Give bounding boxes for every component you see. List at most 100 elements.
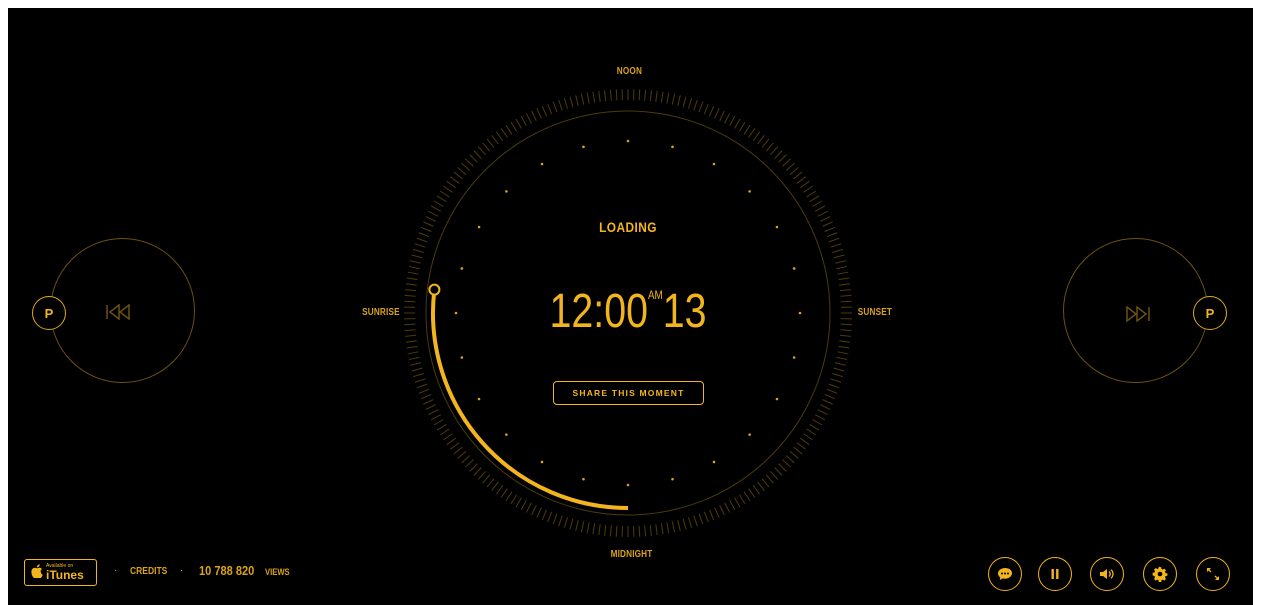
dial-tick (770, 470, 779, 480)
footer-separator: · (180, 565, 184, 576)
dial-tick (453, 171, 463, 180)
next-p-button[interactable]: P (1193, 296, 1227, 330)
hour-dot (671, 477, 674, 481)
dial-tick (446, 180, 456, 189)
dial-tick (839, 283, 851, 286)
hour-dot (505, 190, 508, 193)
dial-tick (531, 505, 537, 516)
dial-tick (820, 216, 831, 222)
dial-tick (575, 95, 579, 107)
dial-tick (748, 128, 756, 138)
dial-tick (465, 459, 474, 468)
dial-tick (569, 518, 574, 530)
dial-tick (770, 146, 779, 156)
dial-tick (761, 478, 770, 488)
fullscreen-icon (1207, 568, 1219, 580)
dial-tick (520, 115, 527, 127)
dial-tick (443, 433, 453, 441)
sunrise-label: SUNRISE (362, 307, 400, 318)
itunes-big-text: iTunes (46, 568, 84, 582)
dial-tick (832, 373, 843, 378)
dial-tick (806, 190, 817, 198)
prev-p-button[interactable]: P (32, 296, 66, 330)
dial-tick (814, 414, 826, 421)
fullscreen-button[interactable] (1196, 557, 1230, 591)
hour-dot (712, 162, 716, 166)
dial-tick (714, 108, 720, 119)
dial-tick (638, 89, 641, 101)
dial-tick (439, 428, 450, 436)
dial-tick (698, 101, 704, 113)
share-moment-button[interactable]: SHARE THIS MOMENT (553, 381, 704, 405)
dial-tick (531, 110, 537, 121)
dial-tick (817, 409, 828, 416)
credits-link[interactable]: CREDITS (130, 566, 167, 577)
views-label: VIEWS (265, 567, 290, 577)
pause-icon (1051, 569, 1059, 579)
dial-tick (465, 158, 474, 167)
dial-tick (840, 294, 852, 297)
dial-tick (418, 232, 430, 238)
dial-tick (724, 113, 731, 124)
dial-tick (536, 507, 542, 518)
dial-tick (453, 446, 463, 455)
dial-tick (404, 329, 416, 332)
dial-tick (505, 491, 513, 502)
dial-tick (793, 171, 803, 180)
dial-tick (698, 513, 704, 525)
dial-tick (838, 345, 850, 349)
itunes-badge[interactable]: Available on iTunes (24, 559, 97, 586)
settings-button[interactable] (1143, 557, 1177, 591)
dial-tick (436, 423, 447, 431)
dial-tick (500, 488, 508, 498)
hour-dot (460, 267, 464, 270)
progress-knob[interactable] (428, 283, 441, 296)
dial-tick (461, 162, 471, 171)
dial-tick (834, 362, 846, 366)
dial-tick (812, 200, 823, 207)
dial-tick (405, 283, 417, 286)
clock-display: 12:00AM13 (546, 284, 710, 339)
sunset-label: SUNSET (857, 307, 893, 318)
dial-tick (541, 509, 547, 521)
dial-tick (834, 260, 846, 264)
dial-tick (552, 101, 558, 113)
dial-tick (410, 260, 422, 264)
hour-dot (540, 460, 544, 464)
dial-tick (785, 455, 795, 464)
hour-dot (798, 311, 802, 315)
dial-tick (486, 478, 495, 488)
dial-tick (411, 367, 423, 372)
hour-dot (477, 397, 481, 401)
dial-tick (809, 195, 820, 203)
dial-tick (688, 98, 693, 109)
dial-tick (840, 300, 852, 303)
dial-tick (558, 99, 563, 111)
dial-tick (830, 243, 842, 248)
dial-tick (552, 513, 558, 525)
dial-tick (752, 131, 761, 141)
skip-back-icon[interactable] (104, 300, 136, 324)
skip-forward-icon[interactable] (1120, 302, 1152, 326)
dial-tick (820, 404, 831, 410)
dial-tick (430, 414, 442, 421)
hour-dot (748, 433, 751, 436)
dial-tick (836, 356, 848, 361)
dial-tick (671, 521, 676, 533)
dial-tick (826, 388, 838, 394)
dial-tick (413, 373, 424, 378)
pause-button[interactable] (1038, 557, 1072, 591)
dial-tick (828, 383, 840, 389)
volume-button[interactable] (1090, 557, 1124, 591)
dial-tick (836, 265, 848, 270)
dial-tick (405, 334, 417, 337)
dial-tick (789, 167, 799, 176)
dial-tick (615, 89, 618, 101)
dial-tick (803, 433, 813, 441)
dial-tick (547, 103, 553, 115)
chat-button[interactable] (988, 557, 1022, 591)
dial-tick (428, 409, 439, 416)
dial-tick (604, 90, 607, 102)
dial-tick (482, 142, 491, 152)
dial-tick (515, 118, 522, 129)
